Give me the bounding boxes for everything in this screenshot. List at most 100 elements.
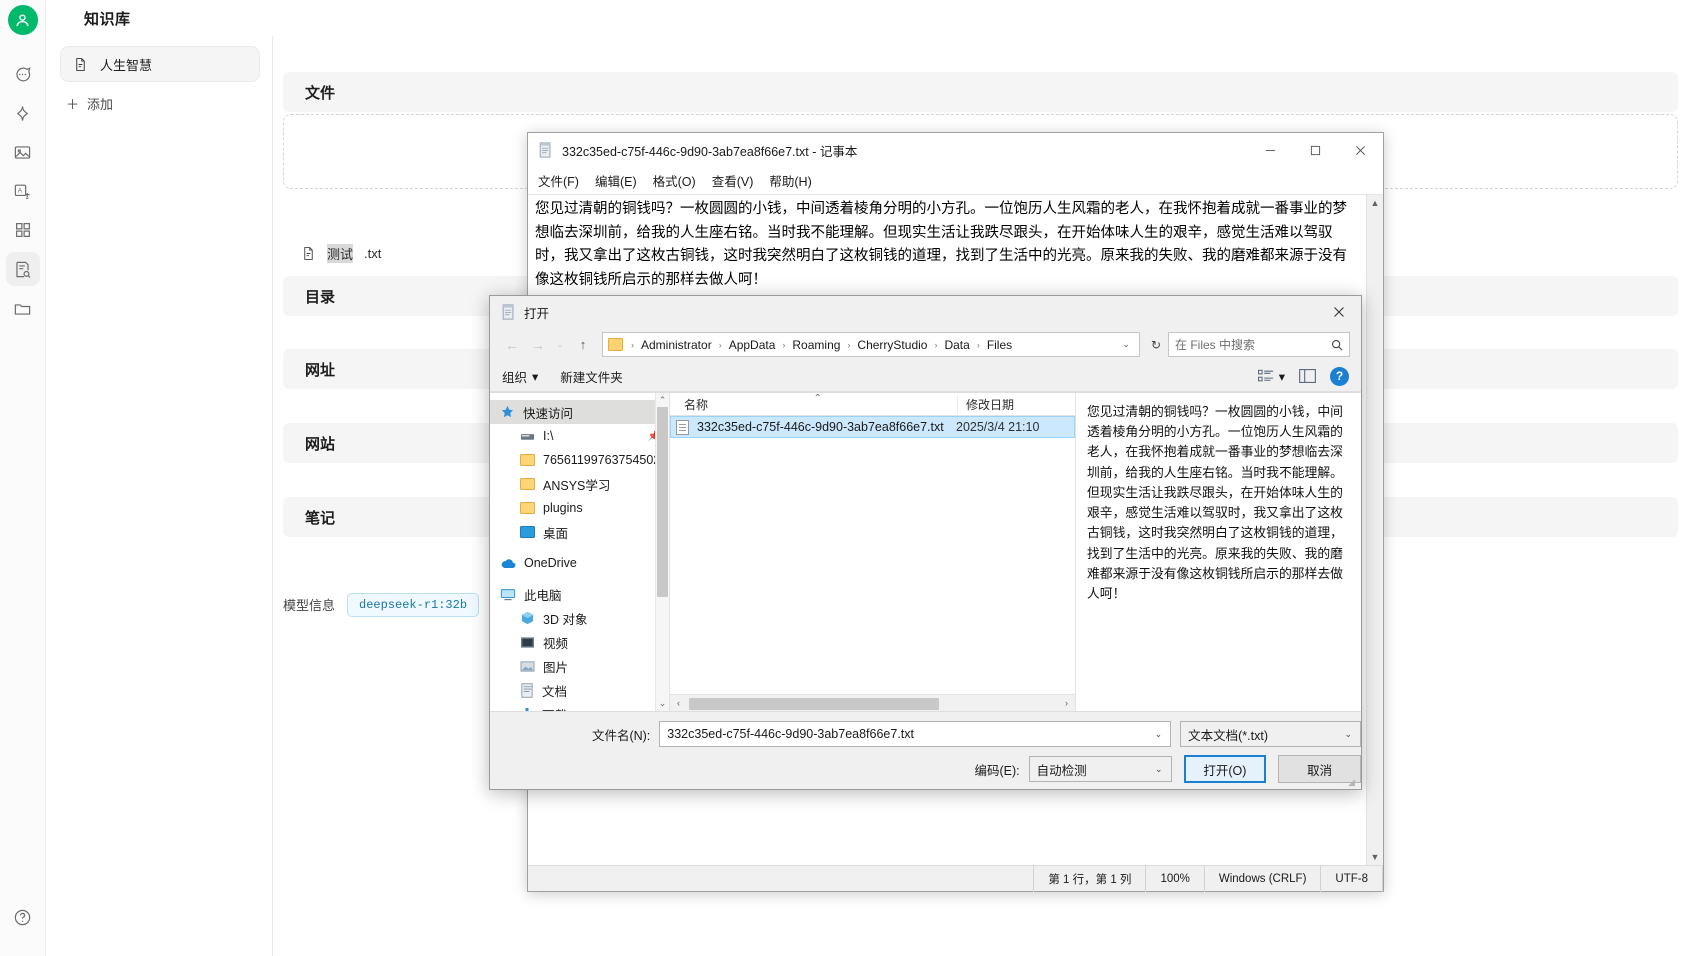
- page-title: 知识库: [84, 11, 131, 28]
- help-icon[interactable]: [6, 900, 40, 934]
- tree-item-this-pc[interactable]: 此电脑: [490, 582, 669, 606]
- notepad-app-icon: [538, 142, 553, 158]
- scroll-down-icon[interactable]: ⌄: [659, 698, 667, 709]
- file-ext-label: .txt: [364, 246, 382, 261]
- tree-item-videos[interactable]: 视频: [490, 630, 669, 654]
- tree-item-quick-access[interactable]: 快速访问: [490, 400, 669, 424]
- scroll-up-icon[interactable]: ▲: [1371, 198, 1380, 208]
- filename-row: 文件名(N): 332c35ed-c75f-446c-9d90-3ab7ea8f…: [490, 721, 1361, 747]
- filename-label: 文件名(N):: [591, 728, 651, 743]
- menu-help[interactable]: 帮助(H): [769, 171, 811, 190]
- close-icon[interactable]: [1338, 133, 1383, 167]
- scroll-down-icon[interactable]: ▼: [1371, 852, 1380, 862]
- desktop-icon: [520, 526, 535, 538]
- scroll-up-icon[interactable]: ⌃: [659, 395, 667, 406]
- file-preview-pane: 您见过清朝的铜钱吗？一枚圆圆的小钱，中间透着棱角分明的小方孔。一位饱历人生风霜的…: [1075, 393, 1361, 711]
- sidebar-item-knowledge[interactable]: 人生智慧: [60, 46, 260, 82]
- scroll-thumb[interactable]: [689, 697, 939, 710]
- notepad-titlebar[interactable]: 332c35ed-c75f-446c-9d90-3ab7ea8f66e7.txt…: [528, 133, 1383, 167]
- refresh-icon[interactable]: ↻: [1148, 338, 1164, 352]
- breadcrumb-separator: ›: [782, 339, 786, 350]
- tree-item-folder-76561199763754502[interactable]: 76561199763754502: [490, 448, 669, 472]
- folder-icon[interactable]: [6, 291, 40, 325]
- breadcrumb-item-1[interactable]: AppData: [727, 338, 778, 352]
- scroll-left-icon[interactable]: ‹: [670, 698, 687, 708]
- menu-edit[interactable]: 编辑(E): [595, 171, 637, 190]
- file-row-name: 332c35ed-c75f-446c-9d90-3ab7ea8f66e7.txt: [697, 420, 944, 434]
- search-input[interactable]: 在 Files 中搜索: [1168, 332, 1350, 357]
- help-icon[interactable]: ?: [1330, 366, 1349, 386]
- list-item-file[interactable]: 测试 .txt: [301, 244, 381, 263]
- notepad-vertical-scrollbar[interactable]: ▲ ▼: [1366, 195, 1383, 865]
- tree-item-label: ANSYS学习: [543, 478, 611, 493]
- tree-item-folder-plugins[interactable]: plugins: [490, 496, 669, 520]
- image-icon[interactable]: [6, 135, 40, 169]
- tree-item-label: 视频: [543, 636, 569, 651]
- breadcrumb-item-4[interactable]: Data: [942, 338, 971, 352]
- breadcrumb-item-2[interactable]: Roaming: [790, 338, 842, 352]
- encoding-value: 自动检测: [1036, 763, 1087, 778]
- tree-item-label: 文档: [542, 684, 568, 699]
- chevron-down-icon[interactable]: ⌄: [1149, 764, 1167, 775]
- apps-grid-icon[interactable]: [6, 213, 40, 247]
- column-header-name[interactable]: 名称 ⌃: [670, 393, 957, 413]
- maximize-button[interactable]: [1293, 133, 1338, 167]
- minimize-button[interactable]: [1248, 133, 1293, 167]
- scroll-right-icon[interactable]: ›: [1058, 698, 1075, 708]
- new-folder-button[interactable]: 新建文件夹: [560, 367, 623, 386]
- tree-item-downloads[interactable]: 下载: [490, 702, 669, 711]
- menu-file[interactable]: 文件(F): [538, 171, 579, 190]
- folder-icon: [608, 338, 623, 351]
- menu-view[interactable]: 查看(V): [712, 171, 754, 190]
- chevron-down-icon[interactable]: ⌄: [1149, 729, 1167, 740]
- document-icon: [73, 57, 88, 72]
- column-header-date[interactable]: 修改日期: [957, 395, 1075, 413]
- chevron-down-icon[interactable]: ⌄: [1338, 729, 1356, 740]
- close-icon[interactable]: [1316, 296, 1361, 328]
- tree-item-3d-objects[interactable]: 3D 对象: [490, 606, 669, 630]
- file-list-horizontal-scrollbar[interactable]: ‹ ›: [670, 694, 1075, 711]
- document-icon: [520, 682, 534, 698]
- status-blank: [528, 865, 1035, 892]
- tree-item-drive-i[interactable]: I:\ 📌: [490, 424, 669, 448]
- organize-button[interactable]: 组织 ▾: [502, 367, 538, 386]
- filename-input[interactable]: 332c35ed-c75f-446c-9d90-3ab7ea8f66e7.txt…: [659, 721, 1172, 747]
- breadcrumb-separator: ›: [847, 339, 851, 350]
- preview-pane-icon[interactable]: [1299, 369, 1316, 383]
- app-topbar: 知识库: [46, 0, 1699, 36]
- open-button[interactable]: 打开(O): [1183, 755, 1267, 783]
- chevron-down-icon: ▾: [1278, 369, 1285, 384]
- breadcrumb[interactable]: › Administrator › AppData › Roaming › Ch…: [602, 332, 1140, 357]
- breadcrumb-item-3[interactable]: CherryStudio: [855, 338, 929, 352]
- filetype-select[interactable]: 文本文档(*.txt) ⌄: [1180, 721, 1361, 747]
- search-icon[interactable]: [1331, 339, 1343, 351]
- scroll-track[interactable]: [687, 695, 1058, 712]
- dialog-titlebar[interactable]: 打开: [490, 296, 1361, 328]
- tree-item-folder-ansys[interactable]: ANSYS学习: [490, 472, 669, 496]
- tree-item-onedrive[interactable]: OneDrive: [490, 551, 669, 575]
- translate-icon[interactable]: A: [6, 174, 40, 208]
- tree-item-documents[interactable]: 文档: [490, 678, 669, 702]
- sparkle-icon[interactable]: [6, 96, 40, 130]
- resize-grip[interactable]: ◢: [1348, 777, 1359, 788]
- encoding-select[interactable]: 自动检测 ⌄: [1028, 756, 1172, 782]
- folder-icon: [520, 478, 535, 490]
- filename-value: 332c35ed-c75f-446c-9d90-3ab7ea8f66e7.txt: [667, 727, 914, 741]
- tree-item-pictures[interactable]: 图片: [490, 654, 669, 678]
- chevron-down-icon[interactable]: ⌄: [1118, 339, 1134, 350]
- table-row[interactable]: 332c35ed-c75f-446c-9d90-3ab7ea8f66e7.txt…: [670, 416, 1075, 438]
- forward-button[interactable]: →: [527, 333, 549, 356]
- tree-item-desktop[interactable]: 桌面: [490, 520, 669, 544]
- chat-icon[interactable]: [6, 57, 40, 91]
- back-button[interactable]: ←: [501, 333, 523, 356]
- tree-scroll-thumb[interactable]: [657, 407, 668, 597]
- breadcrumb-item-5[interactable]: Files: [985, 338, 1014, 352]
- avatar[interactable]: [7, 5, 38, 35]
- menu-format[interactable]: 格式(O): [653, 171, 696, 190]
- up-button[interactable]: ↑: [571, 333, 595, 356]
- breadcrumb-item-0[interactable]: Administrator: [639, 338, 714, 352]
- view-mode-button[interactable]: ▾: [1257, 369, 1285, 384]
- recent-locations-button[interactable]: ⌄: [553, 333, 567, 356]
- knowledge-base-icon[interactable]: [5, 252, 40, 286]
- add-knowledge-base-button[interactable]: ＋ 添加: [66, 94, 113, 113]
